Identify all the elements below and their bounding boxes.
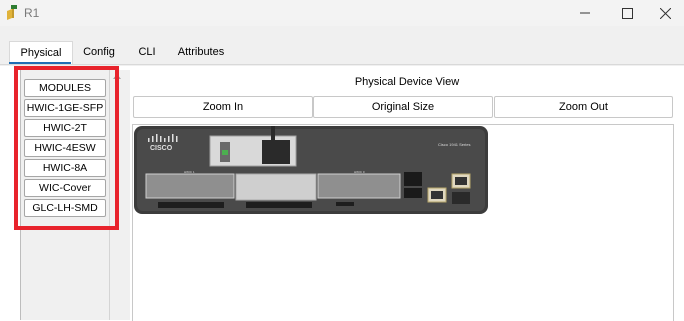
close-icon [659, 7, 671, 19]
tab-physical[interactable]: Physical [9, 41, 73, 64]
tab-bar: Physical Config CLI Attributes [0, 26, 684, 66]
ge-port-0-2[interactable] [452, 192, 470, 204]
tab-cli[interactable]: CLI [130, 41, 164, 63]
close-button[interactable] [646, 0, 684, 26]
panel-divider [126, 70, 130, 320]
aux-port[interactable] [404, 188, 422, 198]
zoom-in-button[interactable]: Zoom In [133, 96, 313, 118]
hwic-slot-0[interactable] [317, 173, 401, 199]
cf-slot-1 [158, 202, 224, 208]
module-list-highlight [14, 66, 119, 230]
cisco-logo-text: CISCO [150, 145, 173, 152]
cf-slot-0 [246, 202, 312, 208]
center-blank-panel [235, 173, 317, 201]
tab-config[interactable]: Config [76, 41, 122, 63]
tab-attributes[interactable]: Attributes [170, 41, 232, 63]
slot-1-label: HWIC 1 [184, 170, 195, 174]
physical-view-title: Physical Device View [354, 76, 460, 88]
slot-0-label: HWIC 0 [354, 170, 365, 174]
minimize-button[interactable] [562, 0, 608, 26]
console-port[interactable] [404, 172, 422, 186]
aux-slot [336, 202, 354, 206]
window-title: R1 [24, 6, 40, 20]
maximize-icon [621, 7, 633, 19]
model-label: Cisco 1941 Series [438, 142, 470, 147]
usb-console-port[interactable] [262, 140, 290, 164]
zoom-out-button[interactable]: Zoom Out [494, 96, 673, 118]
router-chassis[interactable]: CISCO Cisco 1941 Series HWIC 1 HWIC 0 [134, 126, 488, 214]
minimize-icon [580, 12, 590, 14]
hwic-slot-1[interactable] [145, 173, 235, 199]
maximize-button[interactable] [604, 0, 650, 26]
window-titlebar: R1 [0, 0, 684, 26]
tab-content-border [0, 64, 684, 65]
original-size-button[interactable]: Original Size [313, 96, 493, 118]
cable-connector [271, 126, 275, 142]
app-icon [7, 5, 17, 20]
